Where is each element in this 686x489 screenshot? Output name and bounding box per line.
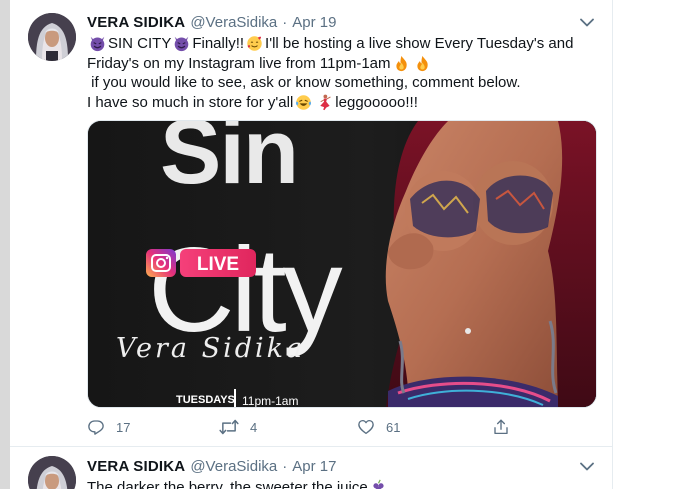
media-footer-day: TUESDAYS [176,394,235,406]
separator-dot: · [282,457,288,475]
chevron-down-icon[interactable] [578,457,596,475]
tweet-text-line: The darker the berry, the sweeter the ju… [87,478,597,489]
tweet-text-line: SIN CITY Finally!! I'll be hosting a liv… [87,34,597,54]
scrollbar-track[interactable] [0,0,10,489]
tweet-text-line: if you would like to see, ask or know so… [87,73,597,93]
tweet-text-segment: I'll be hosting a live show Every Tuesda… [265,35,574,52]
tweet-text-segment: The darker the berry, the sweeter the ju… [87,479,368,489]
tweet-text-line: Friday's on my Instagram live from 11pm-… [87,54,597,74]
tweet-text-segment: I have so much in store for y'all [87,93,294,111]
live-badge: LIVE [146,249,256,277]
timeline: VERA SIDIKA @VeraSidika · Apr 19 SIN CIT… [10,0,613,489]
tweet-date[interactable]: Apr 17 [292,458,336,475]
reply-button[interactable]: 17 [87,416,130,438]
live-badge-label: LIVE [197,254,239,275]
tweet-header: VERA SIDIKA @VeraSidika · Apr 17 [87,456,336,476]
media-title-partial: Sin [160,121,297,203]
heart-icon [358,419,374,435]
avatar[interactable] [28,456,76,489]
tweet-text: The darker the berry, the sweeter the ju… [87,478,597,489]
tweet-text-segment: leggooooo!!! [335,93,418,111]
media-signature: Vera Sidika [116,333,305,364]
author-name[interactable]: VERA SIDIKA [87,458,185,475]
tweet-text: SIN CITY Finally!! I'll be hosting a liv… [87,34,597,112]
tweet-header: VERA SIDIKA @VeraSidika · Apr 19 [87,12,336,32]
smiling-face-hearts-emoji-icon [246,35,263,52]
fire-emoji-icon [393,55,410,72]
instagram-icon [146,249,176,277]
media-footer-divider [234,389,236,407]
tweet-date[interactable]: Apr 19 [292,14,336,31]
separator-dot: · [282,13,288,31]
author-handle[interactable]: @VeraSidika [190,458,277,475]
grapes-emoji-icon [370,479,387,489]
tweet-text-segment: Finally!! [192,35,245,52]
reply-count: 17 [116,419,131,435]
fire-emoji-icon [414,55,431,72]
tweet-text-segment: SIN CITY [108,35,172,52]
tweet-text-line: I have so much in store for y'all leggoo… [87,93,597,113]
avatar[interactable] [28,13,76,61]
share-icon [494,419,508,435]
tweet[interactable]: VERA SIDIKA @VeraSidika · Apr 17 The dar… [10,447,612,489]
author-name[interactable]: VERA SIDIKA [87,14,185,31]
tweet-text-segment: if you would like to see, ask or know so… [87,74,521,91]
retweet-button[interactable]: 4 [219,416,257,438]
page: VERA SIDIKA @VeraSidika · Apr 19 SIN CIT… [0,0,686,489]
chevron-down-icon[interactable] [578,13,596,31]
tweet[interactable]: VERA SIDIKA @VeraSidika · Apr 19 SIN CIT… [10,0,612,447]
tears-of-joy-emoji-icon [295,94,312,111]
like-button[interactable]: 61 [357,416,400,438]
tweet-text-segment: Friday's on my Instagram live from 11pm-… [87,54,391,72]
retweet-icon [219,419,239,435]
share-button[interactable] [492,416,510,438]
media-footer-time: 11pm-1am [242,394,298,407]
reply-icon [88,420,104,435]
devil-emoji-icon [173,35,190,52]
devil-emoji-icon [89,35,106,52]
tweet-actions: 17 4 61 [87,416,527,438]
like-count: 61 [386,419,401,435]
model-figure [385,121,596,407]
author-handle[interactable]: @VeraSidika [190,14,277,31]
dancer-emoji-icon [316,94,333,111]
retweet-count: 4 [250,419,258,435]
tweet-image[interactable]: Sin City LIVE Vera Sidika TUESDAYS 11pm-… [87,120,597,408]
